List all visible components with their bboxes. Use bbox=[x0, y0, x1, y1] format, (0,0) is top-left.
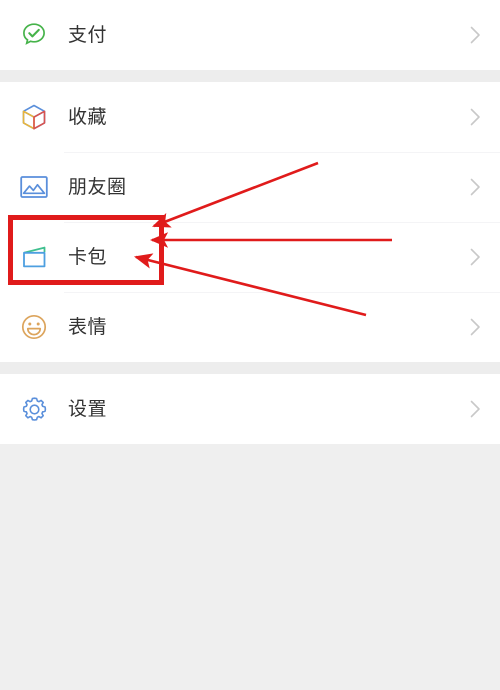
list-item-cards[interactable]: 卡包 bbox=[0, 222, 500, 292]
favorites-cube-icon bbox=[16, 99, 52, 135]
wechat-pay-check-bubble-icon bbox=[16, 17, 52, 53]
chevron-right-icon bbox=[468, 26, 482, 44]
list-item-favorites[interactable]: 收藏 bbox=[0, 82, 500, 152]
settings-group-settings: 设置 bbox=[0, 374, 500, 444]
card-wallet-icon bbox=[16, 239, 52, 275]
list-item-label: 朋友圈 bbox=[68, 176, 127, 198]
moments-photo-icon bbox=[16, 169, 52, 205]
chevron-right-icon bbox=[468, 248, 482, 266]
list-item-stickers[interactable]: 表情 bbox=[0, 292, 500, 362]
chevron-right-icon bbox=[468, 400, 482, 418]
list-item-label: 卡包 bbox=[68, 246, 108, 268]
chevron-right-icon bbox=[468, 108, 482, 126]
list-item-pay[interactable]: 支付 bbox=[0, 0, 500, 70]
settings-group-main: 收藏 朋友圈 卡包 表情 bbox=[0, 82, 500, 362]
list-item-settings[interactable]: 设置 bbox=[0, 374, 500, 444]
list-item-label: 设置 bbox=[68, 398, 108, 420]
sticker-smiley-icon bbox=[16, 309, 52, 345]
settings-gear-icon bbox=[16, 391, 52, 427]
list-item-label: 表情 bbox=[68, 316, 108, 338]
list-item-label: 收藏 bbox=[68, 106, 108, 128]
group-gap-2 bbox=[0, 362, 500, 374]
list-item-moments[interactable]: 朋友圈 bbox=[0, 152, 500, 222]
settings-group-pay: 支付 bbox=[0, 0, 500, 70]
chevron-right-icon bbox=[468, 318, 482, 336]
list-item-label: 支付 bbox=[68, 24, 108, 46]
group-gap-1 bbox=[0, 70, 500, 82]
chevron-right-icon bbox=[468, 178, 482, 196]
phone-screen: 支付 收藏 朋友圈 卡包 表情 设置 bbox=[0, 0, 500, 690]
